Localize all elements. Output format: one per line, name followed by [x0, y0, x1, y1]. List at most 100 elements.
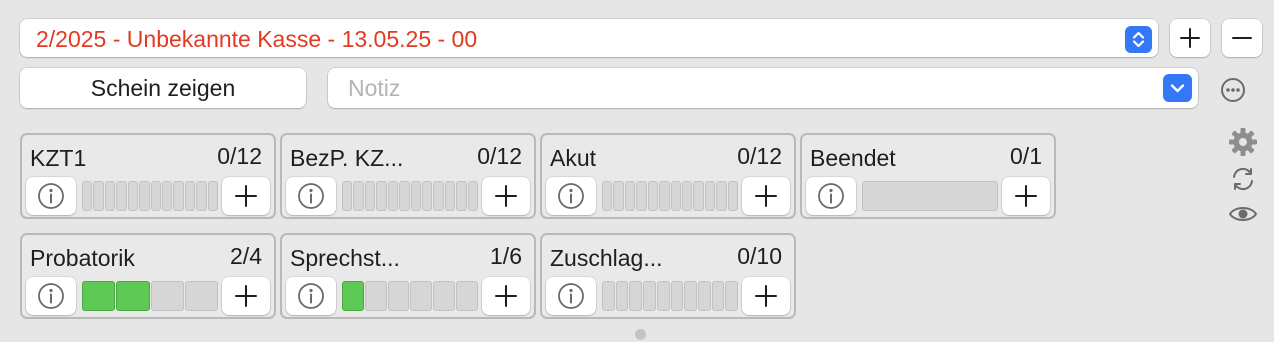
- progress-segment-empty: [387, 281, 410, 311]
- progress-segment-empty: [196, 181, 207, 211]
- progress-segment-empty: [150, 181, 161, 211]
- add-button[interactable]: [482, 177, 530, 215]
- plus-icon: [495, 185, 517, 207]
- info-button[interactable]: [806, 177, 856, 215]
- add-case-button[interactable]: [1170, 19, 1210, 57]
- quota-card: BezP. KZ... 0/12: [280, 133, 536, 219]
- progress-segment-empty: [659, 181, 670, 211]
- minus-icon: [1232, 37, 1252, 39]
- quota-card: Sprechst... 1/6: [280, 233, 536, 319]
- progress-segment-empty: [364, 281, 387, 311]
- progress-segment-empty: [615, 281, 629, 311]
- progress-segment-empty: [697, 281, 711, 311]
- quota-card-count: 0/12: [217, 143, 262, 169]
- quota-card: Akut 0/12: [540, 133, 796, 219]
- progress-segment-empty: [656, 281, 670, 311]
- refresh-icon[interactable]: [1229, 165, 1257, 193]
- info-button[interactable]: [26, 177, 76, 215]
- progress-segment-empty: [444, 181, 456, 211]
- quota-card-label: Sprechst...: [290, 245, 400, 271]
- info-icon: [818, 183, 844, 209]
- quota-progress-bar: [862, 181, 998, 211]
- progress-segment-empty: [862, 181, 998, 211]
- progress-segment-empty: [342, 181, 353, 211]
- progress-segment-empty: [116, 181, 127, 211]
- progress-segment-empty: [161, 181, 173, 211]
- progress-segment-empty: [613, 181, 624, 211]
- chevron-down-icon[interactable]: [1163, 74, 1192, 102]
- progress-segment-empty: [467, 181, 479, 211]
- quota-card-label: KZT1: [30, 145, 87, 171]
- notiz-field[interactable]: [328, 68, 1198, 108]
- remove-case-button[interactable]: [1222, 19, 1262, 57]
- progress-segment-empty: [376, 181, 387, 211]
- progress-segment-empty: [433, 281, 456, 311]
- progress-segment-empty: [184, 181, 196, 211]
- plus-icon: [1180, 28, 1200, 48]
- progress-segment-empty: [684, 281, 697, 311]
- quota-card-label: Probatorik: [30, 245, 135, 271]
- progress-segment-empty: [139, 181, 150, 211]
- progress-segment-empty: [647, 181, 659, 211]
- progress-segment-empty: [150, 281, 184, 311]
- progress-segment-empty: [353, 181, 364, 211]
- progress-segment-empty: [410, 181, 421, 211]
- info-button[interactable]: [546, 277, 596, 315]
- progress-segment-empty: [104, 181, 116, 211]
- case-select-value: 2/2025 - Unbekannte Kasse - 13.05.25 - 0…: [36, 26, 478, 52]
- gear-icon[interactable]: [1228, 127, 1258, 157]
- quota-card: Zuschlag... 0/10: [540, 233, 796, 319]
- add-button[interactable]: [742, 277, 790, 315]
- notiz-input[interactable]: [336, 72, 1156, 104]
- add-button[interactable]: [222, 277, 270, 315]
- add-button[interactable]: [742, 177, 790, 215]
- progress-segment-empty: [387, 181, 399, 211]
- up-down-chevron-icon[interactable]: [1125, 26, 1152, 53]
- quota-card-label: Akut: [550, 145, 597, 171]
- progress-segment-empty: [93, 181, 104, 211]
- info-button[interactable]: [26, 277, 76, 315]
- schein-zeigen-button[interactable]: Schein zeigen: [20, 68, 306, 108]
- case-select[interactable]: 2/2025 - Unbekannte Kasse - 13.05.25 - 0…: [20, 19, 1158, 57]
- info-button[interactable]: [286, 277, 336, 315]
- quota-progress-bar: [82, 281, 218, 311]
- progress-segment-empty: [693, 181, 704, 211]
- info-button[interactable]: [546, 177, 596, 215]
- quota-card: Beendet 0/1: [800, 133, 1056, 219]
- quota-card: KZT1 0/12: [20, 133, 276, 219]
- quota-card-count: 1/6: [490, 243, 522, 269]
- progress-segment-empty: [636, 181, 647, 211]
- progress-segment-empty: [184, 281, 218, 311]
- add-button[interactable]: [482, 277, 530, 315]
- progress-segment-empty: [410, 281, 433, 311]
- progress-segment-empty: [716, 181, 727, 211]
- eye-icon[interactable]: [1228, 203, 1258, 225]
- quota-card: Probatorik 2/4: [20, 233, 276, 319]
- quota-progress-bar: [342, 181, 479, 211]
- progress-segment-filled: [342, 281, 364, 311]
- progress-segment-empty: [711, 281, 725, 311]
- quota-card-count: 0/10: [737, 243, 782, 269]
- quota-progress-bar: [602, 181, 739, 211]
- plus-icon: [755, 185, 777, 207]
- progress-segment-empty: [725, 281, 739, 311]
- quota-progress-bar: [82, 181, 219, 211]
- quota-card-label: BezP. KZ...: [290, 145, 404, 171]
- plus-icon: [235, 185, 257, 207]
- add-button[interactable]: [222, 177, 270, 215]
- info-icon: [298, 183, 324, 209]
- info-icon: [558, 183, 584, 209]
- info-button[interactable]: [286, 177, 336, 215]
- quota-card-count: 0/12: [477, 143, 522, 169]
- progress-segment-empty: [456, 281, 478, 311]
- progress-segment-empty: [364, 181, 376, 211]
- progress-segment-empty: [727, 181, 739, 211]
- progress-segment-empty: [399, 181, 410, 211]
- page-indicator-dot: [635, 329, 646, 340]
- progress-segment-empty: [82, 181, 93, 211]
- plus-icon: [1015, 185, 1037, 207]
- progress-segment-empty: [670, 281, 684, 311]
- plus-icon: [495, 285, 517, 307]
- more-icon[interactable]: [1219, 76, 1247, 104]
- add-button[interactable]: [1002, 177, 1050, 215]
